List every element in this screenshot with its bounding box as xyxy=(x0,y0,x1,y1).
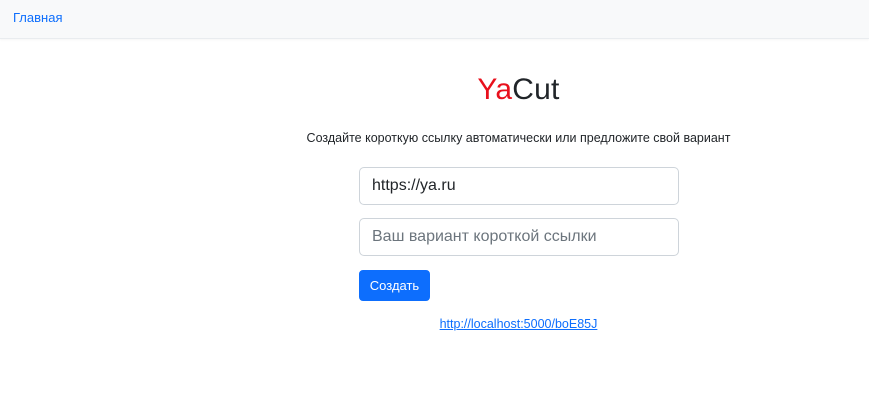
page-subtitle: Создайте короткую ссылку автоматически и… xyxy=(306,131,731,145)
create-button[interactable]: Создать xyxy=(359,270,430,301)
nav-home-link[interactable]: Главная xyxy=(13,10,62,26)
logo-ya: Ya xyxy=(477,73,513,106)
original-link-input[interactable] xyxy=(359,167,679,205)
custom-id-input[interactable] xyxy=(359,218,679,256)
logo: YaCut xyxy=(0,72,869,108)
navbar: Главная xyxy=(0,0,869,39)
logo-cut: Cut xyxy=(512,73,560,106)
short-link-result[interactable]: http://localhost:5000/boE85J xyxy=(0,316,869,332)
